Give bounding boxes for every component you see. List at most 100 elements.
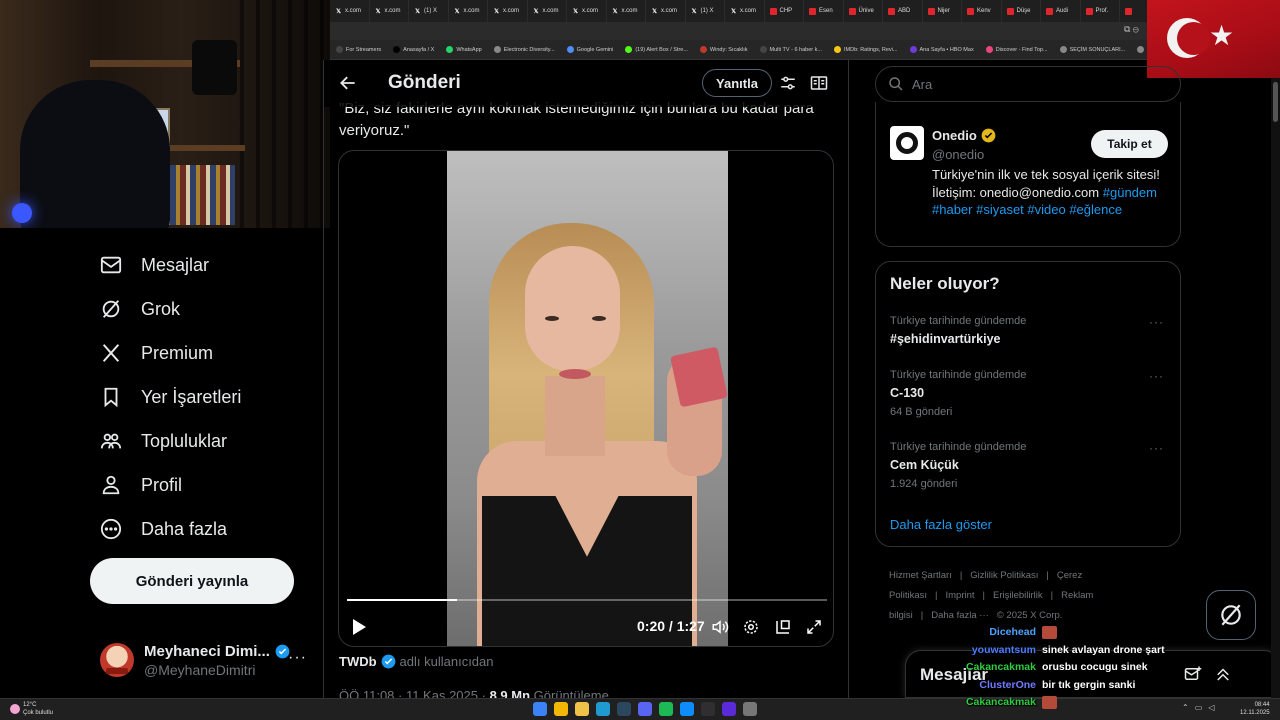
volume-icon[interactable]: ◁	[1208, 703, 1214, 712]
footer-link[interactable]: © 2025 X Corp.	[997, 610, 1063, 621]
browser-tab[interactable]: CHP	[765, 0, 804, 22]
reader-icon[interactable]	[810, 74, 828, 92]
discord-icon[interactable]	[638, 702, 652, 716]
browser-tab[interactable]: 𝕏x.com	[567, 0, 607, 22]
trend-item[interactable]: Türkiye tarihinde gündemde C-130 64 B gö…	[890, 369, 1170, 418]
video-progress-bar[interactable]	[347, 599, 827, 601]
system-clock[interactable]: 08:44 12.11.2025	[1240, 701, 1270, 717]
browser-tab[interactable]: Nijer	[923, 0, 962, 22]
bookmark-label: Anasayfa / X	[403, 46, 435, 53]
trend-more-icon[interactable]: ···	[1149, 369, 1164, 383]
bookmark-item[interactable]: SEÇİM SONUÇLARI...	[1054, 46, 1132, 53]
browser-extension-icons[interactable]: ⧉ ⊖	[1124, 24, 1139, 35]
bookmark-item[interactable]: Discover - Find Top...	[980, 46, 1054, 53]
nav-item-premium[interactable]: Premium	[100, 342, 213, 364]
bookmark-item[interactable]: Ana Sayfa • HBO Max	[904, 46, 980, 53]
timestamp[interactable]: ÖÖ 11:08 · 11 Kas 2025 ·	[339, 688, 486, 698]
back-arrow-icon[interactable]	[338, 73, 358, 93]
bookmark-item[interactable]: For Streamers	[330, 46, 387, 53]
bookmark-item[interactable]: Google Gemini	[561, 46, 620, 53]
bookmark-item[interactable]: Windy: Sıcaklık	[694, 46, 754, 53]
bookmark-item[interactable]: Electronic Diversity...	[488, 46, 561, 53]
account-switcher[interactable]: Meyhaneci Dimi... @MeyhaneDimitri ···	[100, 635, 315, 685]
footer-link[interactable]: Erişilebilirlik	[993, 590, 1043, 601]
chrome-icon[interactable]	[554, 702, 568, 716]
show-more-link[interactable]: Daha fazla göster	[890, 517, 992, 532]
nav-item-more[interactable]: Daha fazla	[100, 518, 227, 540]
browser-tab[interactable]: 𝕏 (1) X	[686, 0, 725, 22]
search-input[interactable]: Ara	[875, 66, 1181, 102]
new-message-icon[interactable]	[1184, 665, 1202, 683]
play-icon[interactable]	[351, 618, 367, 636]
browser-tab[interactable]: 𝕏x.com	[330, 0, 370, 22]
nav-item-grok[interactable]: Grok	[100, 298, 180, 320]
post-button[interactable]: Gönderi yayınla	[90, 558, 294, 604]
footer-link[interactable]: Imprint	[945, 590, 974, 601]
windows-start-icon[interactable]	[533, 702, 547, 716]
spotify-icon[interactable]	[659, 702, 673, 716]
steam-icon[interactable]	[617, 702, 631, 716]
browser-tab[interactable]: 𝕏x.com	[449, 0, 488, 22]
volume-icon[interactable]	[711, 618, 729, 636]
account-more-icon[interactable]: ···	[288, 649, 307, 667]
fullscreen-icon[interactable]	[805, 618, 823, 636]
video-player[interactable]: 0:20 / 1:27	[338, 150, 834, 647]
edge-icon[interactable]	[596, 702, 610, 716]
source-user-link[interactable]: TWDb	[339, 654, 377, 669]
trends-title: Neler oluyor?	[890, 274, 1000, 293]
app-icon[interactable]	[680, 702, 694, 716]
pip-icon[interactable]	[774, 618, 792, 636]
settings-icon[interactable]	[743, 702, 757, 716]
onedio-avatar[interactable]	[890, 126, 924, 160]
app-icon[interactable]	[722, 702, 736, 716]
follow-button[interactable]: Takip et	[1091, 130, 1168, 158]
profile-name[interactable]: Onedio	[932, 128, 977, 143]
trend-more-icon[interactable]: ···	[1149, 441, 1164, 455]
footer-link[interactable]: Daha fazla ···	[931, 610, 989, 621]
bookmark-item[interactable]: Multi TV - 6 haber k...	[754, 46, 828, 53]
browser-tab[interactable]: Kenv	[962, 0, 1002, 22]
trend-item[interactable]: Türkiye tarihinde gündemde #şehidinvartü…	[890, 315, 1170, 346]
system-tray[interactable]: ⌃ ▭ ◁	[1182, 703, 1214, 712]
nav-item-messages[interactable]: Mesajlar	[100, 254, 209, 276]
trend-item[interactable]: Türkiye tarihinde gündemde Cem Küçük 1.9…	[890, 441, 1170, 490]
nav-item-communities[interactable]: Topluluklar	[100, 430, 227, 452]
chevron-up-icon[interactable]: ⌃	[1182, 703, 1189, 712]
browser-tab[interactable]: Audi	[1041, 0, 1081, 22]
bookmark-label: SEÇİM SONUÇLARI...	[1069, 46, 1126, 53]
chevron-up-double-icon[interactable]	[1214, 665, 1232, 683]
nav-item-bookmarks[interactable]: Yer İşaretleri	[100, 386, 241, 408]
bookmark-item[interactable]: WhatsApp	[440, 46, 487, 53]
footer-link[interactable]: Gizlilik Politikası	[970, 570, 1038, 581]
bookmark-item[interactable]: Anasayfa / X	[387, 46, 440, 53]
browser-tab[interactable]	[1120, 0, 1150, 22]
page-scrollbar[interactable]	[1271, 78, 1280, 698]
grok-floating-button[interactable]	[1206, 590, 1256, 640]
obs-icon[interactable]	[701, 702, 715, 716]
footer-link[interactable]: Hizmet Şartları	[889, 570, 952, 581]
reply-button[interactable]: Yanıtla	[702, 69, 772, 97]
browser-tab[interactable]: Düşe	[1002, 0, 1041, 22]
browser-tab[interactable]: 𝕏x.com	[370, 0, 409, 22]
bookmark-item[interactable]: IMDb: Ratings, Revi...	[828, 46, 904, 53]
browser-tab[interactable]: 𝕏 (1) X	[409, 0, 449, 22]
scrollbar-thumb[interactable]	[1273, 82, 1278, 122]
browser-tab[interactable]: Esen	[804, 0, 844, 22]
trend-more-icon[interactable]: ···	[1149, 315, 1164, 329]
bookmark-favicon-icon	[759, 46, 767, 53]
nav-item-profile[interactable]: Profil	[100, 474, 182, 496]
bookmark-item[interactable]: (19) Alert Box / Stre...	[619, 46, 694, 53]
settings-gear-icon[interactable]	[742, 618, 760, 636]
browser-tab[interactable]: ABD	[883, 0, 923, 22]
browser-tab[interactable]: 𝕏x.com	[607, 0, 646, 22]
browser-tab[interactable]: 𝕏x.com	[646, 0, 686, 22]
network-icon[interactable]: ▭	[1195, 703, 1203, 712]
weather-widget[interactable]: 12°C Çok bulutlu	[10, 701, 53, 717]
browser-tab[interactable]: Prof.	[1081, 0, 1120, 22]
browser-tab[interactable]: 𝕏x.com	[488, 0, 528, 22]
file-explorer-icon[interactable]	[575, 702, 589, 716]
browser-tab[interactable]: 𝕏x.com	[725, 0, 765, 22]
browser-tab[interactable]: Ünive	[844, 0, 883, 22]
browser-tab[interactable]: 𝕏x.com	[528, 0, 567, 22]
filter-icon[interactable]	[779, 74, 797, 92]
